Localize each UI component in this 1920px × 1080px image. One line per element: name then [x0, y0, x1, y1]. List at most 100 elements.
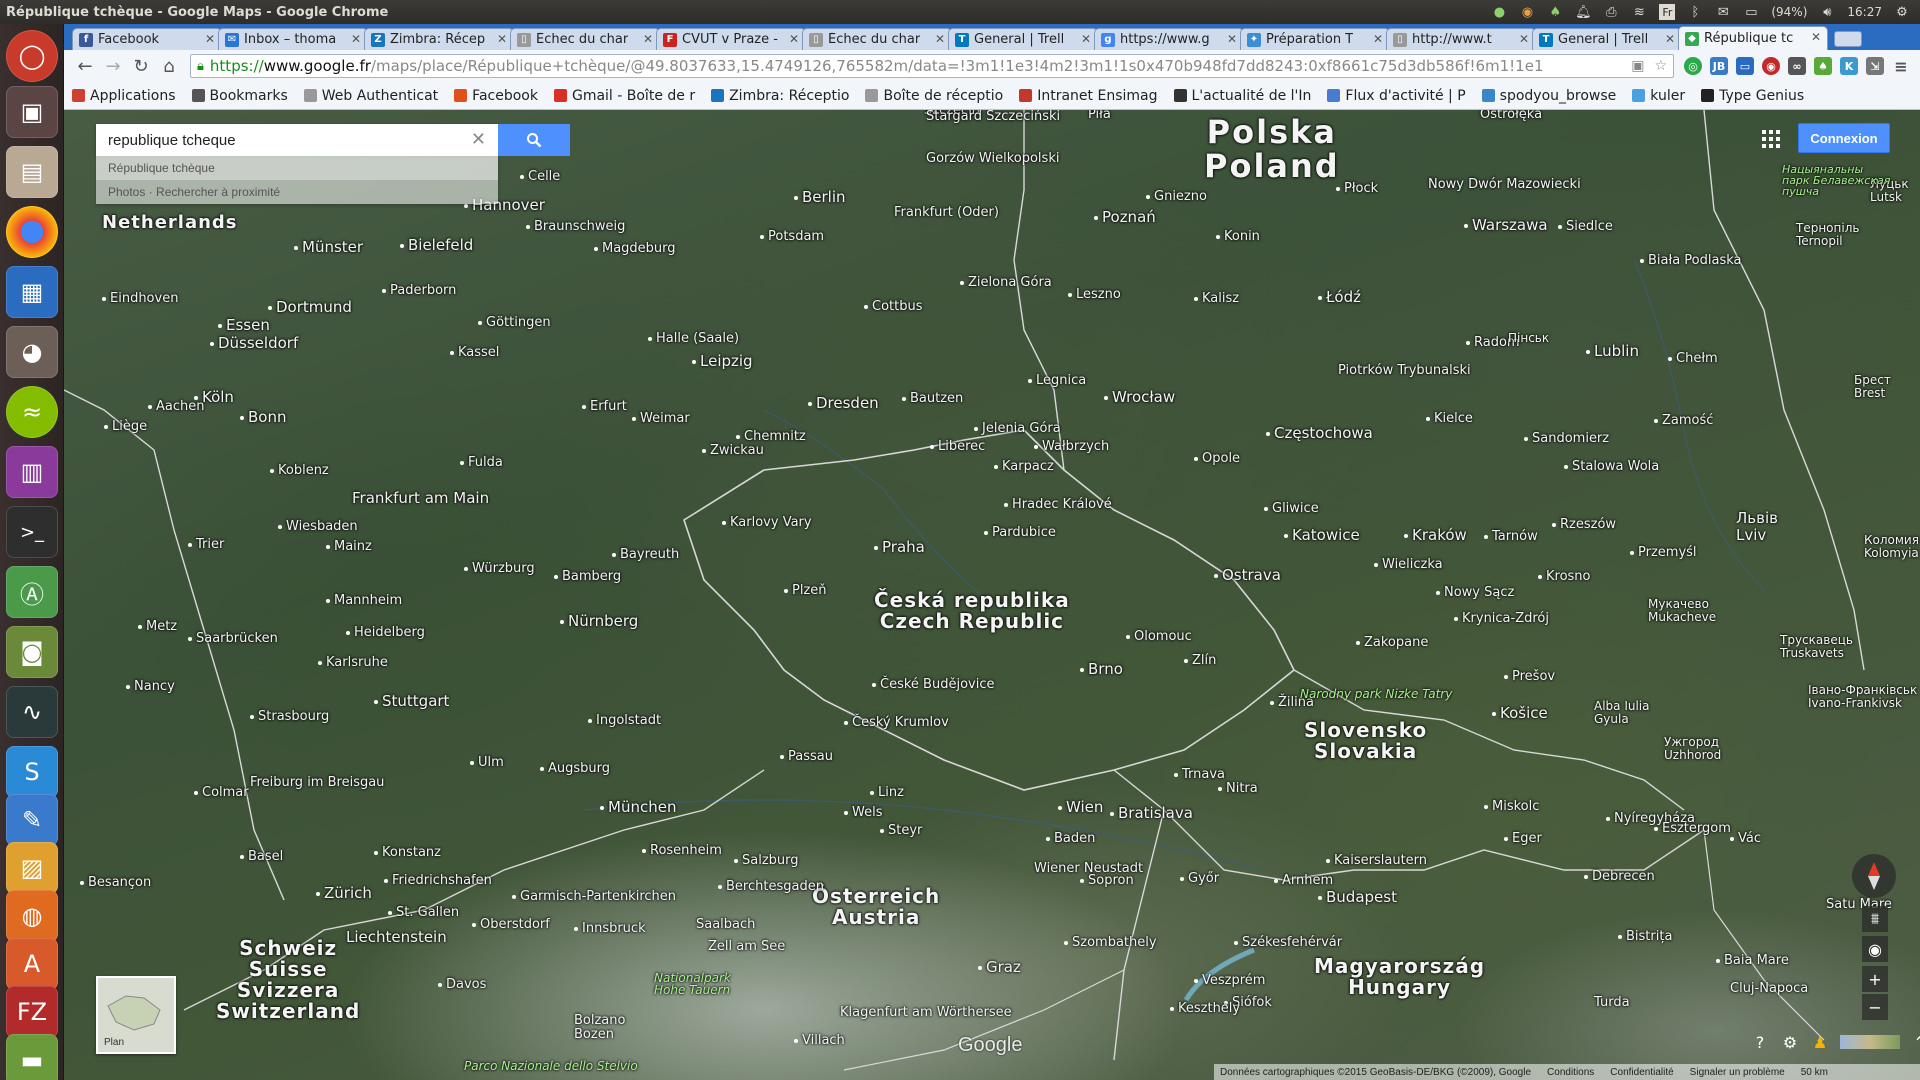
new-tab-button[interactable] — [1834, 31, 1862, 47]
tab-close-icon[interactable]: ✕ — [935, 32, 945, 46]
software-center-icon[interactable]: A — [6, 938, 58, 990]
files-icon[interactable]: ▤ — [6, 146, 58, 198]
zoom-out-button[interactable]: − — [1862, 994, 1888, 1020]
extension-green-icon[interactable]: ◎ — [1684, 57, 1702, 75]
bookmark-item[interactable]: Intranet Ensimag — [1019, 88, 1158, 104]
bookmark-item[interactable]: Type Genius — [1701, 88, 1804, 104]
tab-close-icon[interactable]: ✕ — [643, 32, 653, 46]
spotify-tray-icon[interactable]: ● — [1491, 4, 1507, 20]
gear-icon[interactable]: ⚙ — [1894, 4, 1910, 20]
zoom-in-button[interactable]: + — [1862, 966, 1888, 992]
tab-close-icon[interactable]: ✕ — [1227, 32, 1237, 46]
address-bar[interactable]: 🔒︎ https://www.google.fr/maps/place/Répu… — [190, 54, 1674, 78]
skype-icon[interactable]: S — [6, 746, 58, 798]
extension-glasses-icon[interactable]: ∞ — [1788, 57, 1806, 75]
tab-item[interactable]: ▯ Échec du char ✕ — [802, 28, 952, 50]
settings-gear-icon[interactable]: ⚙ — [1780, 1032, 1800, 1052]
tab-item[interactable]: ▯ Échec du char ✕ — [510, 28, 660, 50]
help-icon[interactable]: ? — [1750, 1032, 1770, 1052]
tab-item[interactable]: T General | Trell ✕ — [948, 28, 1098, 50]
pegman-icon[interactable]: ♟ — [1810, 1032, 1830, 1052]
expand-up-icon[interactable]: ⌃ — [1910, 1032, 1920, 1052]
tab-close-icon[interactable]: ✕ — [1665, 32, 1675, 46]
mail-icon[interactable]: ✉ — [1715, 4, 1731, 20]
clock[interactable]: 16:27 — [1847, 5, 1882, 19]
clear-search-icon[interactable]: ✕ — [471, 129, 486, 150]
wifi-icon[interactable]: ≋ — [1631, 4, 1647, 20]
my-location-icon[interactable]: ◉ — [1862, 936, 1888, 962]
forward-arrow-icon[interactable]: → — [100, 53, 126, 79]
extension-window-icon[interactable]: ▭ — [1736, 57, 1754, 75]
chrome-menu-icon[interactable]: ≡ — [1892, 57, 1910, 76]
bluetooth-icon[interactable]: ᛒ — [1687, 4, 1703, 20]
extension-jb-icon[interactable]: JB — [1710, 57, 1728, 75]
bookmark-item[interactable]: kuler — [1632, 88, 1685, 104]
writer-icon[interactable]: ▦ — [6, 266, 58, 318]
tab-close-icon[interactable]: ✕ — [1811, 30, 1821, 44]
bookmark-star-icon[interactable]: ☆ — [1654, 58, 1667, 74]
extension-evernote-icon[interactable]: ♠ — [1814, 57, 1832, 75]
reload-icon[interactable]: ↻ — [128, 53, 154, 79]
gimp-icon[interactable]: ◕ — [6, 326, 58, 378]
scale-bar[interactable]: 50 km — [1801, 1067, 1828, 1078]
volume-icon[interactable]: 🔊︎ — [1819, 4, 1835, 20]
keyboard-layout-icon[interactable]: Fr — [1659, 4, 1676, 20]
bookmark-item[interactable]: Zimbra: Réceptio — [711, 88, 849, 104]
bookmark-item[interactable]: Boîte de réceptio — [865, 88, 1003, 104]
tab-item[interactable]: ✦ Préparation T ✕ — [1240, 28, 1390, 50]
image-viewer-icon[interactable]: ▨ — [6, 842, 58, 894]
media-player-icon[interactable]: ▥ — [6, 446, 58, 498]
bookmark-item[interactable]: Bookmarks — [191, 88, 288, 104]
tab-item[interactable]: f Facebook ✕ — [72, 28, 222, 50]
suggestion-item[interactable]: Photos · Rechercher à proximité — [96, 180, 498, 204]
google-apps-icon[interactable] — [1762, 130, 1780, 148]
workspace-switcher-icon[interactable]: ▣ — [6, 86, 58, 138]
tab-item[interactable]: ◆ République tc ✕ — [1678, 26, 1828, 50]
evernote-tray-icon[interactable]: ♠ — [1547, 4, 1563, 20]
bookmark-item[interactable]: Flux d'activité | P — [1327, 88, 1466, 104]
tab-close-icon[interactable]: ✕ — [205, 32, 215, 46]
notification-bell-icon[interactable]: 🔔︎ — [1575, 4, 1592, 20]
tab-close-icon[interactable]: ✕ — [789, 32, 799, 46]
printer-icon[interactable]: ⎙ — [1603, 4, 1619, 20]
map-canvas[interactable]: Polska Poland Česká republika Czech Republ… — [64, 110, 1920, 1080]
battery-icon[interactable]: ▭ — [1743, 4, 1759, 20]
compass-icon[interactable] — [1852, 854, 1896, 898]
bookmark-item[interactable]: Applications — [72, 88, 176, 104]
tab-item[interactable]: F ČVUT v Praze - ✕ — [656, 28, 806, 50]
search-input[interactable] — [108, 131, 448, 149]
tab-close-icon[interactable]: ✕ — [497, 32, 507, 46]
bookmark-item[interactable]: L'actualité de l'In — [1173, 88, 1311, 104]
report-problem-link[interactable]: Signaler un problème — [1690, 1067, 1785, 1078]
trash-icon[interactable]: ▬ — [6, 1034, 58, 1080]
bookmark-item[interactable]: spodyou_browse — [1481, 88, 1616, 104]
page-action-icon[interactable]: ▣ — [1631, 58, 1644, 74]
system-monitor-icon[interactable]: ∿ — [6, 686, 58, 738]
firefox-icon[interactable]: ◍ — [6, 890, 58, 942]
bookmark-item[interactable]: Web Authenticat — [303, 88, 438, 104]
tab-close-icon[interactable]: ✕ — [351, 32, 361, 46]
lock-icon[interactable]: 🔒︎ — [197, 59, 204, 74]
ubuntu-dash-icon[interactable]: ◯ — [6, 30, 58, 82]
text-editor-icon[interactable]: ✎ — [6, 794, 58, 846]
privacy-link[interactable]: Confidentialité — [1610, 1067, 1673, 1078]
terms-link[interactable]: Conditions — [1547, 1067, 1594, 1078]
signin-button[interactable]: Connexion — [1798, 123, 1890, 153]
spotify-icon[interactable]: ≈ — [6, 386, 58, 438]
extension-kuler-icon[interactable]: K — [1840, 57, 1858, 75]
suggestion-item[interactable]: République tchèque — [96, 156, 498, 180]
extension-adblock-icon[interactable]: ◉ — [1762, 57, 1780, 75]
tab-item[interactable]: ✉ Inbox – thoma ✕ — [218, 28, 368, 50]
map-view-toggle[interactable]: Plan — [96, 976, 176, 1054]
filezilla-icon[interactable]: FZ — [6, 986, 58, 1038]
chrome-icon[interactable] — [6, 206, 58, 258]
bookmark-item[interactable]: Gmail - Boîte de r — [553, 88, 695, 104]
home-icon[interactable]: ⌂ — [156, 53, 182, 79]
tab-item[interactable]: T General | Trell ✕ — [1532, 28, 1682, 50]
back-arrow-icon[interactable]: ← — [72, 53, 98, 79]
tilt-icon[interactable]: ⩩ — [1862, 906, 1888, 932]
tab-item[interactable]: ▯ http://www.t ✕ — [1386, 28, 1536, 50]
tab-close-icon[interactable]: ✕ — [1373, 32, 1383, 46]
chrome-tray-icon[interactable]: ◉ — [1519, 4, 1535, 20]
tab-item[interactable]: Z Zimbra: Récep ✕ — [364, 28, 514, 50]
